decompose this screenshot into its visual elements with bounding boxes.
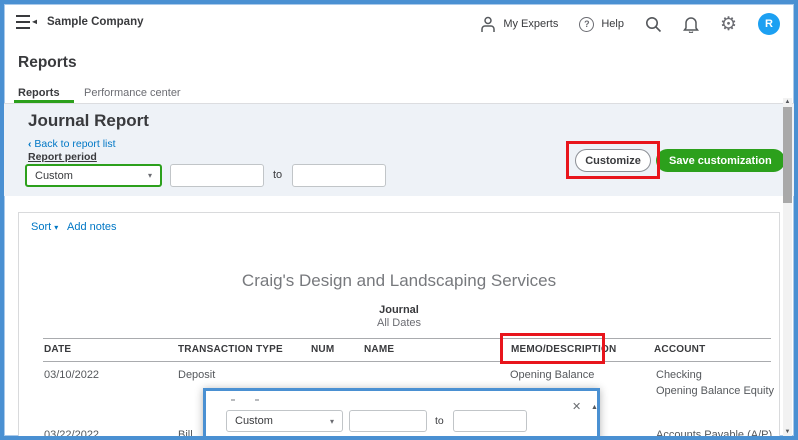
cell-memo: Opening Balance	[510, 369, 594, 381]
cell-date: 03/22/2022	[44, 429, 99, 440]
column-header-name[interactable]: NAME	[364, 344, 394, 355]
popup-period-select[interactable]: Custom ▾	[226, 410, 343, 432]
close-icon[interactable]: ✕	[572, 402, 581, 413]
clipped-text-fragment	[231, 399, 235, 401]
popup-period-value: Custom	[235, 415, 273, 427]
page-title: Reports	[18, 54, 77, 72]
help-button[interactable]: ? Help	[579, 17, 624, 32]
topbar-actions: My Experts ? Help ⚙ R	[480, 10, 780, 38]
bell-icon	[683, 16, 699, 33]
app-window: Sample Company My Experts ? Help	[0, 0, 798, 440]
back-chevron-icon: ‹	[28, 138, 32, 150]
scrollbar-down-icon[interactable]: ▼	[783, 429, 792, 435]
report-title: Journal Report	[28, 111, 149, 131]
notifications-button[interactable]	[683, 16, 699, 33]
customize-button[interactable]: Customize	[575, 149, 651, 172]
chevron-down-icon: ▾	[148, 171, 152, 180]
search-icon	[645, 16, 662, 33]
company-name: Sample Company	[47, 16, 144, 28]
date-to-input[interactable]	[292, 164, 386, 187]
gear-icon: ⚙	[720, 15, 737, 34]
save-customization-button[interactable]: Save customization	[656, 149, 785, 172]
report-period-popup: Custom ▾ to ✕ ▲	[203, 388, 600, 440]
date-from-input[interactable]	[170, 164, 264, 187]
popup-date-to-input[interactable]	[453, 410, 527, 432]
help-label: Help	[601, 18, 624, 30]
chevron-down-icon: ▾	[330, 417, 334, 426]
column-header-account[interactable]: ACCOUNT	[654, 344, 705, 355]
sort-label: Sort	[31, 221, 51, 233]
tab-reports[interactable]: Reports	[18, 87, 60, 99]
table-header-bottom-border	[43, 361, 771, 362]
clipped-text-fragment	[255, 399, 259, 401]
popup-date-from-input[interactable]	[349, 410, 427, 432]
scrollbar-up-icon[interactable]: ▲	[783, 99, 792, 105]
avatar[interactable]: R	[758, 13, 780, 35]
column-header-date[interactable]: DATE	[44, 344, 71, 355]
report-period-label: Report period	[28, 151, 97, 163]
table-header-top-border	[43, 338, 771, 339]
popup-scroll-up-icon[interactable]: ▲	[591, 404, 598, 411]
cell-transaction-type: Bill	[178, 429, 193, 440]
search-button[interactable]	[645, 16, 662, 33]
column-header-transaction-type[interactable]: TRANSACTION TYPE	[178, 344, 283, 355]
column-header-memo-description[interactable]: MEMO/DESCRIPTION	[511, 344, 616, 355]
scrollbar-thumb[interactable]	[783, 107, 792, 203]
back-link-label: Back to report list	[34, 138, 115, 150]
person-icon	[480, 16, 496, 33]
help-icon: ?	[579, 17, 594, 32]
cell-account: Accounts Payable (A/P)	[656, 429, 772, 440]
cell-transaction-type: Deposit	[178, 369, 215, 381]
my-experts-button[interactable]: My Experts	[480, 16, 558, 33]
cell-account: Opening Balance Equity	[656, 385, 774, 397]
sort-caret-icon: ▾	[54, 223, 58, 232]
cell-account: Checking	[656, 369, 702, 381]
sort-dropdown[interactable]: Sort ▾	[31, 221, 58, 233]
back-to-report-list-link[interactable]: ‹ Back to report list	[28, 138, 116, 150]
report-journal-title: Journal	[19, 304, 779, 316]
column-header-num[interactable]: NUM	[311, 344, 334, 355]
report-date-range: All Dates	[19, 317, 779, 329]
settings-button[interactable]: ⚙	[720, 15, 737, 34]
popup-to-label: to	[435, 415, 444, 427]
date-range-to-label: to	[273, 169, 282, 181]
tab-performance-center[interactable]: Performance center	[84, 87, 181, 99]
report-company-name: Craig's Design and Landscaping Services	[19, 271, 779, 291]
cell-date: 03/10/2022	[44, 369, 99, 381]
page-scrollbar[interactable]: ▲ ▼	[783, 98, 792, 436]
collapse-menu-icon[interactable]	[16, 14, 38, 30]
report-period-value: Custom	[35, 170, 73, 182]
my-experts-label: My Experts	[503, 18, 558, 30]
add-notes-link[interactable]: Add notes	[67, 221, 117, 233]
report-period-select[interactable]: Custom ▾	[25, 164, 162, 187]
